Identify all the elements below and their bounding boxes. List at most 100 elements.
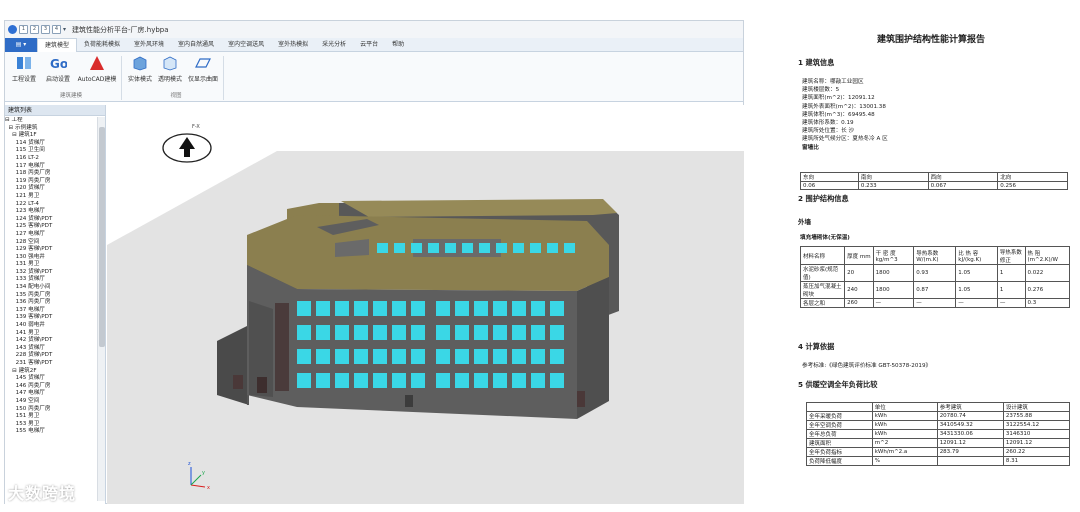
window-pane (531, 373, 545, 388)
window-pane (373, 349, 387, 364)
quick-access-2[interactable]: 2 (30, 25, 39, 34)
tree-item[interactable]: 155 电梯厅 (5, 428, 97, 436)
ribbon-separator (223, 56, 224, 100)
window-title: 建筑性能分析平台-厂房.hybpa (72, 25, 169, 34)
table-cell: 23755.88 (1002, 411, 1071, 421)
table-cell: 0.93 (913, 264, 957, 282)
table-cell: 12091.12 (936, 438, 1004, 448)
info-line: 建筑楼层数：5 (802, 87, 840, 94)
tree-item[interactable]: 133 货梯厅 (5, 276, 97, 284)
file-menu-button[interactable]: ▤ ▾ (5, 37, 37, 52)
tree-item[interactable]: 128 空间 (5, 239, 97, 247)
tree-item[interactable]: 120 货梯厅 (5, 185, 97, 193)
window-pane (335, 349, 349, 364)
window-pane (462, 243, 473, 253)
table-cell: 导热系数 W/(m.K) (913, 246, 957, 265)
window-pane (411, 349, 425, 364)
menu-tab-outdoor-wind[interactable]: 室外风环境 (127, 38, 171, 52)
tree-item[interactable]: 231 客梯\PDT (5, 360, 97, 368)
menu-tab-ac-airflow[interactable]: 室内空调送风 (221, 38, 271, 52)
solid-mode-button[interactable]: 实体模式 (123, 55, 157, 89)
tree-item[interactable]: 134 配电小间 (5, 284, 97, 292)
menu-tab-help[interactable]: 帮助 (385, 38, 411, 52)
building-tree: ⊟ 工程 ⊟ 示例建筑 ⊟ 建筑1F 114 货梯厅 115 卫生间 116 L… (5, 117, 97, 501)
quick-access-4[interactable]: 4 (52, 25, 61, 34)
menu-tab-building-model[interactable]: 建筑模型 (37, 37, 78, 52)
table-cell: 0.256 (997, 181, 1068, 190)
tree-item[interactable]: 129 客梯\PDT (5, 246, 97, 254)
tree-item[interactable]: 123 电梯厅 (5, 208, 97, 216)
tree-item[interactable]: 116 LT-2 (5, 155, 97, 163)
table-cell: 设计建筑 (1002, 402, 1071, 412)
window-pane (436, 325, 450, 340)
tree-item[interactable]: 147 电梯厅 (5, 390, 97, 398)
screen: 1 2 3 4 ▾ 建筑性能分析平台-厂房.hybpa ▤ ▾ 建筑模型 负荷能… (0, 0, 1080, 512)
window-pane (436, 301, 450, 316)
table-cell: 干 密 度 kg/m^3 (872, 246, 915, 265)
tree-item[interactable]: 136 丙类厂房 (5, 299, 97, 307)
section-calculation-basis: 4 计算依据 (798, 342, 835, 351)
tree-item[interactable]: 131 男卫 (5, 261, 97, 269)
window-pane (392, 325, 406, 340)
tree-scrollbar[interactable] (97, 117, 105, 501)
menu-tab-natural-ventilation[interactable]: 室内自然通风 (171, 38, 221, 52)
window-pane (436, 349, 450, 364)
window-pane (377, 243, 388, 253)
table-cell: 导热系数修正 (996, 246, 1026, 265)
window-pane (297, 325, 311, 340)
menu-tab-load-energy[interactable]: 负荷能耗模拟 (77, 38, 127, 52)
menu-tab-cloud[interactable]: 云平台 (353, 38, 385, 52)
table-cell: 建筑面积 (806, 438, 873, 448)
quick-access-3[interactable]: 3 (41, 25, 50, 34)
tree-item[interactable]: 142 货梯\PDT (5, 337, 97, 345)
tree-item[interactable]: 139 客梯\PDT (5, 314, 97, 322)
table-cell: 单位 (871, 402, 938, 412)
tree-item[interactable]: ⊟ 建筑1F (5, 132, 97, 140)
menu-tab-outdoor-thermal[interactable]: 室外热模拟 (271, 38, 315, 52)
table-cell: 1 (996, 264, 1026, 282)
tree-item[interactable]: 122 LT-4 (5, 201, 97, 209)
table-cell: 3410549.32 (936, 420, 1004, 430)
tree-item[interactable]: 140 弱电井 (5, 322, 97, 330)
compass-icon[interactable] (162, 133, 212, 163)
tree-item[interactable]: 115 卫生间 (5, 147, 97, 155)
table-row: 蒸压加气混凝土砌块 240 1800 0.87 1.05 1 0.276 (799, 281, 1070, 299)
window-pane (550, 373, 564, 388)
surface-only-button[interactable]: 仅显示曲面 (185, 55, 221, 89)
table-cell: — (872, 298, 915, 308)
tree-item[interactable]: 121 男卫 (5, 193, 97, 201)
tree-item[interactable]: 145 货梯厅 (5, 375, 97, 383)
table-cell: 3431330.06 (936, 429, 1004, 439)
tree-item[interactable]: 118 丙类厂房 (5, 170, 97, 178)
tree-item[interactable]: 151 男卫 (5, 413, 97, 421)
info-line: 建筑名称：哪敲工业园区 (802, 79, 864, 85)
dropdown-icon[interactable]: ▾ (63, 26, 66, 33)
window-pane (455, 325, 469, 340)
table-cell: 材料名称 (799, 246, 846, 265)
scrollbar-thumb[interactable] (99, 127, 105, 347)
table-cell: 0.067 (927, 181, 999, 190)
table-cell: 南向 (857, 172, 929, 182)
window-pane (411, 243, 422, 253)
tree-item[interactable]: 125 客梯\PDT (5, 223, 97, 231)
autocad-modeling-button[interactable]: AutoCAD建模 (77, 55, 117, 89)
window-pane (392, 349, 406, 364)
transparent-mode-button[interactable]: 透明模式 (153, 55, 187, 89)
tree-item[interactable]: 228 货梯\PDT (5, 352, 97, 360)
tree-item[interactable]: 127 电梯厅 (5, 231, 97, 239)
axis-y-label: y (202, 470, 205, 476)
tree-item[interactable]: ⊟ 工程 (5, 117, 97, 125)
project-settings-button[interactable]: 工程设置 (7, 55, 41, 89)
section-building-info: 1 建筑信息 (798, 58, 835, 67)
window-pane (335, 301, 349, 316)
startup-settings-button[interactable]: Go 启动设置 (41, 55, 75, 89)
3d-viewport[interactable]: F-X z y x (107, 105, 744, 504)
table-cell: — (955, 298, 998, 308)
tree-item[interactable]: 149 空间 (5, 398, 97, 406)
window-pane (316, 373, 330, 388)
app-logo-icon[interactable] (8, 25, 17, 34)
window-pane (394, 243, 405, 253)
table-cell: 3146310 (1002, 429, 1071, 439)
menu-tab-daylight[interactable]: 采光分析 (315, 38, 353, 52)
quick-access-1[interactable]: 1 (19, 25, 28, 34)
